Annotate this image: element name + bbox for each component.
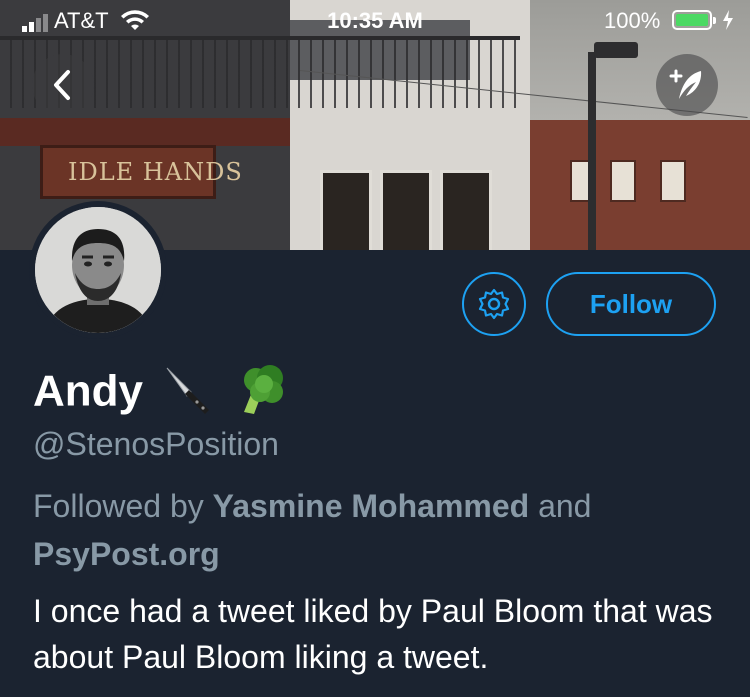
follow-button[interactable]: Follow (546, 272, 716, 336)
compose-tweet-icon (669, 69, 702, 99)
knife-emoji-icon (161, 362, 215, 421)
charging-bolt-icon (722, 10, 734, 35)
back-button[interactable] (32, 54, 94, 116)
profile-avatar[interactable] (29, 201, 167, 339)
status-bar: AT&T 10:35 AM 100% (0, 0, 750, 40)
banner-lamp (594, 42, 638, 58)
followed-by-and: and (538, 488, 592, 524)
followed-by-user-2[interactable]: PsyPost.org (33, 536, 220, 572)
compose-tweet-button[interactable] (656, 54, 718, 116)
battery-percent: 100% (604, 8, 661, 33)
profile-name: Andy (33, 366, 143, 416)
chevron-left-icon (54, 70, 70, 100)
profile-settings-button[interactable] (462, 272, 526, 336)
followed-by-user-1[interactable]: Yasmine Mohammed (213, 488, 530, 524)
followed-by-text[interactable]: Followed by Yasmine Mohammed and PsyPost… (33, 482, 723, 578)
broccoli-emoji-icon (234, 362, 288, 421)
profile-bio: I once had a tweet liked by Paul Bloom t… (33, 593, 713, 675)
storefront-sign: IDLE HANDS (68, 158, 243, 186)
avatar-photo (35, 207, 161, 333)
profile-handle[interactable]: @StenosPosition (33, 426, 279, 463)
followed-by-prefix: Followed by (33, 488, 204, 524)
profile-name-row: Andy (33, 362, 288, 422)
gear-icon (478, 288, 510, 320)
banner-lamp-pole (588, 52, 596, 250)
battery-icon (672, 10, 716, 30)
banner-building-right (530, 120, 750, 250)
